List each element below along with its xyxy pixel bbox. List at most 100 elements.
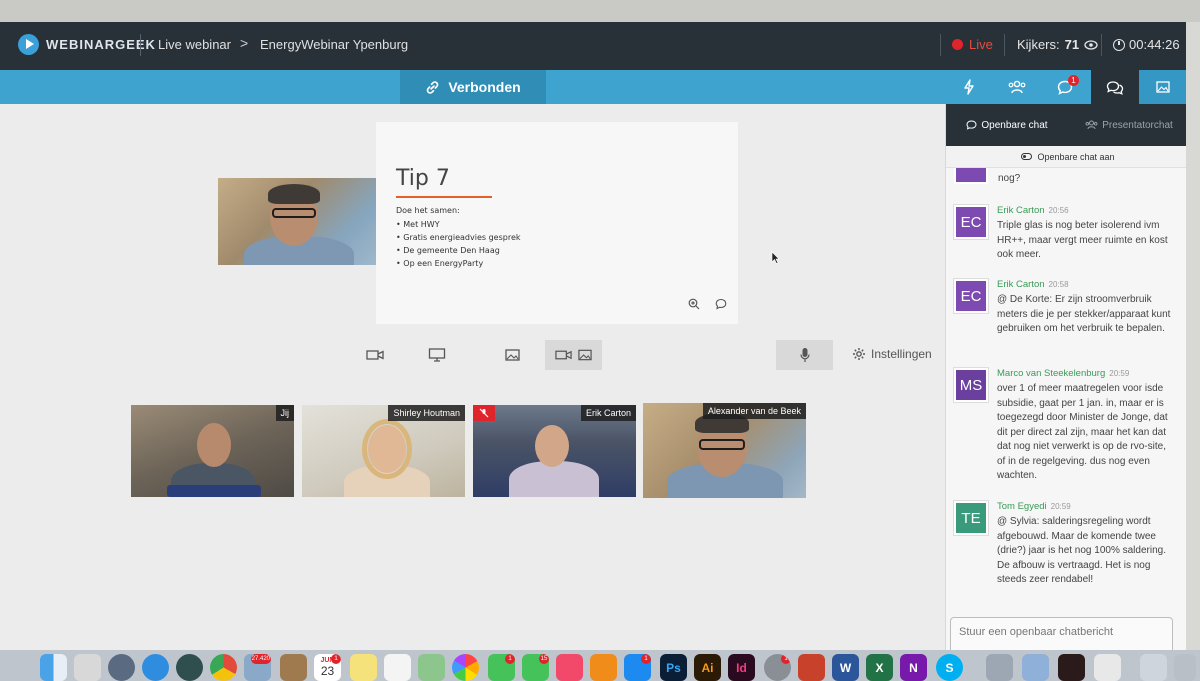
participant-tile-self[interactable]: Jij: [131, 405, 294, 497]
chat-message-text: Triple glas is nog beter isolerend ivm H…: [997, 220, 1168, 260]
onenote-icon[interactable]: N: [900, 654, 927, 681]
camera-and-slides-button[interactable]: [545, 340, 602, 370]
chat-tabs: Openbare chat Presentatorchat: [946, 104, 1190, 146]
participant-name: Jij: [275, 405, 294, 421]
connection-status-button[interactable]: Verbonden: [400, 70, 546, 104]
chat-message-header: Erik Carton 20:56: [997, 205, 1069, 216]
document-icon[interactable]: [74, 654, 101, 681]
trash-icon[interactable]: [1174, 654, 1196, 681]
chat-message-fragment: nog?: [998, 173, 1021, 184]
questions-button[interactable]: 1: [1041, 70, 1089, 104]
screenshot-folder-icon[interactable]: [1022, 654, 1049, 681]
slides-button[interactable]: [499, 340, 525, 370]
chat-message-author: Marco van Steekelenburg: [997, 368, 1106, 379]
facetime-icon[interactable]: 15: [522, 654, 549, 681]
participant-name: Erik Carton: [580, 405, 636, 421]
presenter-hair: [268, 184, 320, 204]
avatar: [954, 168, 988, 184]
avatar: EC: [954, 205, 988, 239]
chat-button[interactable]: [1091, 70, 1139, 104]
archive-icon[interactable]: [1094, 654, 1121, 681]
contacts-icon[interactable]: [280, 654, 307, 681]
messages-icon[interactable]: 1: [488, 654, 515, 681]
acrobat-icon[interactable]: [1058, 654, 1085, 681]
webinar-timer: 00:44:26: [1113, 37, 1180, 52]
safari-icon[interactable]: [142, 654, 169, 681]
link-icon: [426, 80, 439, 94]
skype-icon[interactable]: S: [936, 654, 963, 681]
chat-message-header: Tom Egyedi 20:59: [997, 501, 1071, 512]
chat-message-author: Erik Carton: [997, 279, 1045, 290]
camera-button[interactable]: [362, 340, 388, 370]
macos-dock: 27.420 JUN 23 1 1 15 1 Ps Ai Id 1 W X N …: [0, 650, 1200, 681]
header-divider: [1004, 34, 1005, 56]
microphone-icon: [799, 348, 810, 362]
monitor-bezel: [0, 0, 1200, 22]
tab-presenter-chat[interactable]: Presentatorchat: [1068, 104, 1190, 146]
participant-head: [197, 423, 231, 467]
glasses-icon: [699, 439, 745, 450]
launchpad-icon[interactable]: [108, 654, 135, 681]
toggle-icon: [1021, 153, 1033, 160]
slide-bullet-list: Met HWY Gratis energieadvies gesprek De …: [396, 218, 521, 270]
settings-button[interactable]: Instellingen: [852, 347, 932, 361]
photos-icon[interactable]: [452, 654, 479, 681]
avatar: EC: [954, 279, 988, 313]
printer-icon[interactable]: [986, 654, 1013, 681]
photos-library-icon[interactable]: 27.420: [244, 654, 271, 681]
slide-bullet: De gemeente Den Haag: [396, 244, 521, 257]
chat-message-input[interactable]: Stuur een openbaar chatbericht: [950, 617, 1173, 650]
chat-message-text: @ De Korte: Er zijn stroomverbruik meter…: [997, 294, 1171, 334]
notes-icon[interactable]: [350, 654, 377, 681]
chat-message-list[interactable]: nog? EC Erik Carton 20:56 Triple glas is …: [946, 168, 1190, 598]
image-icon: [504, 349, 520, 361]
questions-badge: 1: [1068, 75, 1079, 86]
webinar-title: EnergyWebinar Ypenburg: [260, 37, 409, 52]
tab-public-chat[interactable]: Openbare chat: [946, 104, 1068, 146]
screenshare-button[interactable]: [424, 340, 450, 370]
downloads-stack-icon[interactable]: [1140, 654, 1167, 681]
indesign-icon[interactable]: Id: [728, 654, 755, 681]
background-window-edge: [1186, 22, 1200, 652]
calendar-icon[interactable]: JUN 23 1: [314, 654, 341, 681]
chat-message-time: 20:59: [1109, 369, 1130, 378]
mic-off-icon: [479, 408, 489, 418]
chat-message-time: 20:56: [1048, 206, 1069, 215]
zoom-in-icon[interactable]: [688, 298, 700, 310]
chat-icon: [966, 120, 977, 130]
system-preferences-icon[interactable]: 1: [764, 654, 791, 681]
illustrator-icon[interactable]: Ai: [694, 654, 721, 681]
photoshop-icon[interactable]: Ps: [660, 654, 687, 681]
maps-icon[interactable]: [418, 654, 445, 681]
eye-icon: [1084, 39, 1098, 50]
music-icon[interactable]: [556, 654, 583, 681]
time-machine-icon[interactable]: [176, 654, 203, 681]
excel-icon[interactable]: X: [866, 654, 893, 681]
books-icon[interactable]: [590, 654, 617, 681]
microphone-button[interactable]: [776, 340, 833, 370]
webinargeek-logo[interactable]: WEBINARGEEK: [18, 34, 156, 55]
dock-badge: 27.420: [250, 654, 271, 664]
participant-tile-erik-carton[interactable]: Erik Carton: [473, 405, 636, 497]
reminders-icon[interactable]: [384, 654, 411, 681]
dock-badge: 1: [641, 654, 651, 664]
app-store-icon[interactable]: 1: [624, 654, 651, 681]
timer-value: 00:44:26: [1129, 37, 1180, 52]
public-chat-toggle[interactable]: Openbare chat aan: [946, 146, 1190, 168]
gear-icon: [853, 348, 865, 360]
image-icon: [578, 349, 592, 361]
word-icon[interactable]: W: [832, 654, 859, 681]
powerpoint-icon[interactable]: [798, 654, 825, 681]
media-button[interactable]: [1139, 70, 1187, 104]
header-divider: [1101, 34, 1102, 56]
participant-tile-alexander-van-de-beek[interactable]: Alexander van de Beek: [643, 403, 806, 498]
mouse-cursor-icon: [771, 251, 780, 264]
participant-tile-shirley-houtman[interactable]: Shirley Houtman: [302, 405, 465, 497]
attendees-button[interactable]: [993, 70, 1041, 104]
webinargeek-logo-icon: [18, 34, 39, 55]
breadcrumb-live-webinar[interactable]: Live webinar: [158, 37, 231, 52]
finder-icon[interactable]: [40, 654, 67, 681]
slide-comment-icon[interactable]: [715, 298, 727, 310]
chrome-icon[interactable]: [210, 654, 237, 681]
lightning-button[interactable]: [945, 70, 993, 104]
